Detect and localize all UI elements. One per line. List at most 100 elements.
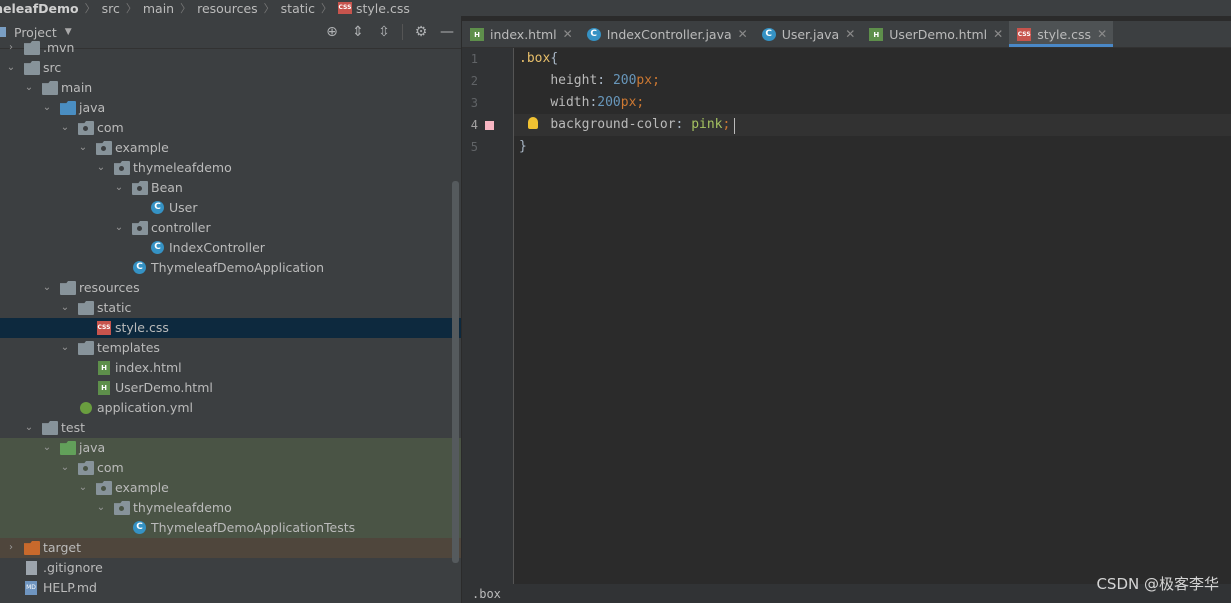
css-file-icon: CSS — [1017, 27, 1032, 41]
tab-userdemo-html[interactable]: H UserDemo.html ✕ — [861, 21, 1009, 47]
tree-item-label: IndexController — [169, 240, 265, 255]
chevron-down-icon[interactable]: ⌄ — [42, 283, 52, 293]
close-icon[interactable]: ✕ — [738, 27, 748, 41]
tree-item-label: HELP.md — [43, 580, 97, 595]
java-class-icon: C — [761, 27, 776, 41]
tree-item-user[interactable]: C User — [0, 198, 461, 218]
resources-folder-icon — [60, 281, 76, 295]
chevron-down-icon[interactable]: ⌄ — [114, 183, 124, 193]
folder-icon — [42, 421, 58, 435]
breadcrumb-item-main[interactable]: main — [143, 1, 174, 16]
chevron-down-icon[interactable]: ⌄ — [60, 343, 70, 353]
tab-index-html[interactable]: H index.html ✕ — [462, 21, 579, 47]
tree-item-test-thymeleafdemo[interactable]: ⌄ thymeleafdemo — [0, 498, 461, 518]
chevron-down-icon[interactable]: ⌄ — [6, 63, 16, 73]
chevron-down-icon[interactable]: ⌄ — [60, 303, 70, 313]
tree-item-label: example — [115, 480, 169, 495]
chevron-down-icon[interactable]: ⌄ — [42, 103, 52, 113]
tree-item-src[interactable]: ⌄ src — [0, 58, 461, 78]
tree-item-controller[interactable]: ⌄ controller — [0, 218, 461, 238]
line-number-current: 4 — [470, 118, 478, 132]
tree-item-test[interactable]: ⌄ test — [0, 418, 461, 438]
tree-item-static[interactable]: ⌄ static — [0, 298, 461, 318]
triangle-down-icon[interactable]: ▼ — [65, 27, 72, 37]
tree-item-application[interactable]: C ThymeleafDemoApplication — [0, 258, 461, 278]
tree-item-test-com[interactable]: ⌄ com — [0, 458, 461, 478]
line-number: 1 — [470, 52, 478, 66]
tree-item-java[interactable]: ⌄ java — [0, 98, 461, 118]
watermark: CSDN @极客李华 — [1096, 575, 1219, 593]
tree-item-style-css[interactable]: CSS style.css — [0, 318, 461, 338]
folder-icon — [42, 81, 58, 95]
tree-item-label: User — [169, 200, 198, 215]
tree-item-label: application.yml — [97, 400, 193, 415]
tab-style-css[interactable]: CSS style.css ✕ — [1009, 21, 1114, 47]
tree-item-mvn[interactable]: › .mvn — [0, 38, 461, 58]
close-icon[interactable]: ✕ — [563, 27, 573, 41]
chevron-down-icon[interactable]: ⌄ — [114, 223, 124, 233]
tree-item-bean[interactable]: ⌄ Bean — [0, 178, 461, 198]
tree-item-label: UserDemo.html — [115, 380, 213, 395]
chevron-right-icon[interactable]: › — [6, 543, 16, 553]
breadcrumb-item-file[interactable]: CSS style.css — [338, 1, 410, 16]
package-icon — [114, 161, 130, 175]
chevron-down-icon[interactable]: ⌄ — [96, 503, 106, 513]
tree-item-main[interactable]: ⌄ main — [0, 78, 461, 98]
editor-gutter[interactable]: 1 2 3 4 5 — [462, 48, 514, 584]
tree-item-application-yml[interactable]: application.yml — [0, 398, 461, 418]
tab-indexcontroller-java[interactable]: C IndexController.java ✕ — [579, 21, 754, 47]
color-preview-swatch[interactable] — [485, 121, 494, 130]
tree-item-example[interactable]: ⌄ example — [0, 138, 461, 158]
close-icon[interactable]: ✕ — [845, 27, 855, 41]
tree-item-index-html[interactable]: H index.html — [0, 358, 461, 378]
tree-item-templates[interactable]: ⌄ templates — [0, 338, 461, 358]
chevron-right-icon[interactable]: › — [6, 43, 16, 53]
breadcrumb-project[interactable]: meleafDemo — [0, 1, 79, 16]
markdown-file-icon: MD — [25, 581, 37, 595]
tree-item-target[interactable]: › target — [0, 538, 461, 558]
package-icon — [78, 461, 94, 475]
tree-item-label: thymeleafdemo — [133, 160, 232, 175]
tree-item-thymeleafdemo[interactable]: ⌄ thymeleafdemo — [0, 158, 461, 178]
chevron-down-icon[interactable]: ⌄ — [96, 163, 106, 173]
html-file-icon: H — [869, 27, 884, 41]
chevron-down-icon[interactable]: ⌄ — [42, 443, 52, 453]
tree-item-test-example[interactable]: ⌄ example — [0, 478, 461, 498]
spring-boot-class-icon: C — [133, 261, 146, 274]
project-icon — [0, 27, 6, 37]
tree-item-resources[interactable]: ⌄ resources — [0, 278, 461, 298]
tree-item-userdemo-html[interactable]: H UserDemo.html — [0, 378, 461, 398]
editor-breadcrumb-selector[interactable]: .box — [472, 587, 501, 601]
tree-item-label: target — [43, 540, 82, 555]
tree-item-gitignore[interactable]: .gitignore — [0, 558, 461, 578]
breadcrumb-item-resources[interactable]: resources — [197, 1, 258, 16]
breadcrumb-item-static[interactable]: static — [281, 1, 315, 16]
code-editor[interactable]: 1 2 3 4 5 .box{ height: 200px; width:200… — [462, 48, 1231, 584]
code-line-5: } — [519, 139, 527, 154]
tree-item-com[interactable]: ⌄ com — [0, 118, 461, 138]
chevron-down-icon[interactable]: ⌄ — [78, 483, 88, 493]
close-icon[interactable]: ✕ — [1097, 27, 1107, 41]
chevron-down-icon[interactable]: ⌄ — [24, 423, 34, 433]
html-file-icon: H — [98, 361, 110, 375]
test-folder-icon — [60, 441, 76, 455]
tree-item-application-tests[interactable]: C ThymeleafDemoApplicationTests — [0, 518, 461, 538]
chevron-down-icon[interactable]: ⌄ — [60, 123, 70, 133]
tree-item-label: com — [97, 120, 124, 135]
project-scrollbar[interactable] — [452, 181, 459, 563]
package-icon — [96, 481, 112, 495]
tab-user-java[interactable]: C User.java ✕ — [754, 21, 862, 47]
breadcrumb-item-src[interactable]: src — [102, 1, 120, 16]
css-file-icon: CSS — [338, 2, 352, 14]
tree-item-label: controller — [151, 220, 211, 235]
chevron-down-icon[interactable]: ⌄ — [78, 143, 88, 153]
close-icon[interactable]: ✕ — [993, 27, 1003, 41]
tree-item-indexcontroller[interactable]: C IndexController — [0, 238, 461, 258]
chevron-down-icon[interactable]: ⌄ — [60, 463, 70, 473]
project-panel: Project ▼ ⊕ ⇕ ⇳ ⚙ — › .mvn ⌄ src ⌄ main — [0, 16, 461, 603]
breadcrumb-file-label: style.css — [356, 0, 410, 16]
tree-item-label: .gitignore — [43, 560, 103, 575]
chevron-down-icon[interactable]: ⌄ — [24, 83, 34, 93]
tree-item-test-java[interactable]: ⌄ java — [0, 438, 461, 458]
tree-item-help-md[interactable]: MD HELP.md — [0, 578, 461, 598]
